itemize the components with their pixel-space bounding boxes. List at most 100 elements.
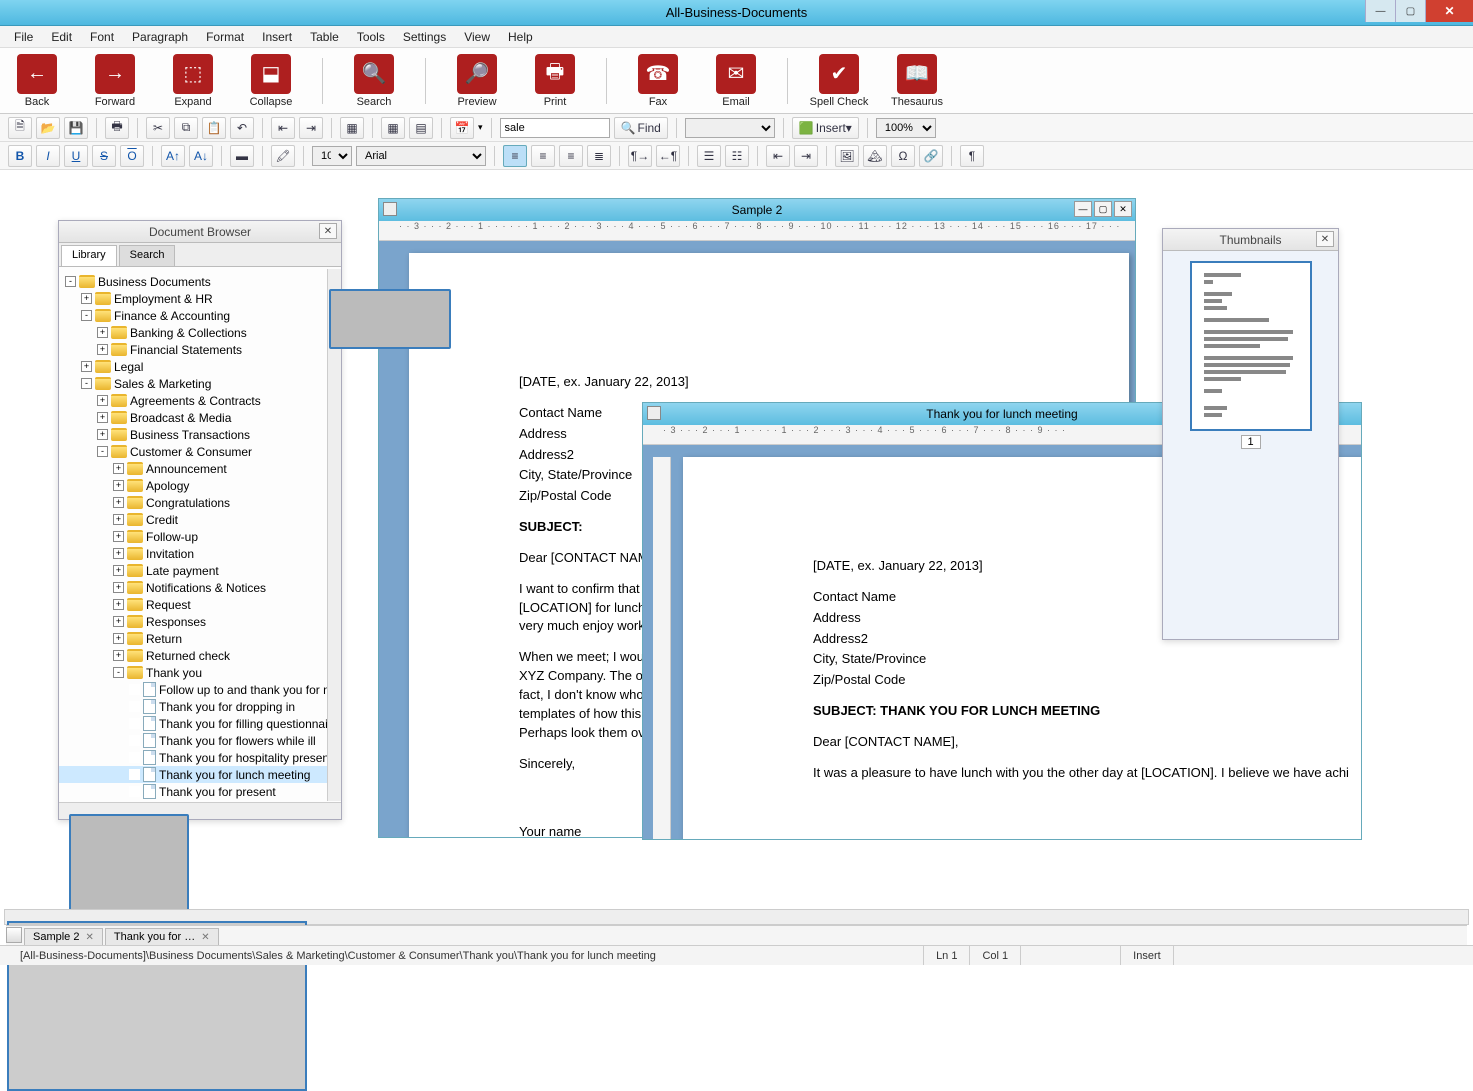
- date-button[interactable]: 📅: [450, 117, 474, 139]
- doc-system-icon[interactable]: [383, 202, 397, 216]
- new-doc-button[interactable]: 🗎: [8, 117, 32, 139]
- doc-tab[interactable]: Sample 2✕: [24, 928, 103, 945]
- tree-expander[interactable]: +: [113, 463, 124, 474]
- tree-expander[interactable]: +: [97, 344, 108, 355]
- close-button[interactable]: [1425, 0, 1473, 22]
- menu-edit[interactable]: Edit: [43, 28, 80, 46]
- doc-close-button[interactable]: ✕: [1114, 201, 1132, 217]
- tree-expander[interactable]: +: [113, 548, 124, 559]
- thumbnail-page-number[interactable]: 1: [1241, 435, 1261, 449]
- page-thumbnail[interactable]: [1190, 261, 1312, 431]
- vertical-ruler[interactable]: [653, 457, 671, 839]
- highlight-button[interactable]: 🖍: [271, 145, 295, 167]
- bullet-list-button[interactable]: ☰: [697, 145, 721, 167]
- workspace-hscrollbar[interactable]: [4, 909, 1469, 925]
- align-justify-button[interactable]: ≣: [587, 145, 611, 167]
- doc-system-icon[interactable]: [647, 406, 661, 420]
- find-button[interactable]: 🔍Find: [614, 117, 668, 139]
- tree-expander[interactable]: +: [113, 633, 124, 644]
- decrease-indent-button[interactable]: ⇤: [766, 145, 790, 167]
- menu-table[interactable]: Table: [302, 28, 347, 46]
- font-size-select[interactable]: 10: [312, 146, 352, 166]
- font-name-select[interactable]: Arial: [356, 146, 486, 166]
- menu-settings[interactable]: Settings: [395, 28, 454, 46]
- bold-button[interactable]: B: [8, 145, 32, 167]
- tab-search[interactable]: Search: [119, 245, 176, 266]
- outdent-button[interactable]: ⇤: [271, 117, 295, 139]
- tree-folder[interactable]: +Credit: [59, 511, 327, 528]
- tree-expander[interactable]: -: [65, 276, 76, 287]
- tree-expander[interactable]: +: [113, 650, 124, 661]
- tab-close-icon[interactable]: ✕: [201, 932, 209, 943]
- panel-header[interactable]: Document Browser ✕: [59, 221, 341, 243]
- table-insert-button[interactable]: ▦: [381, 117, 405, 139]
- tree-expander[interactable]: +: [113, 480, 124, 491]
- tree-folder[interactable]: +Business Transactions: [59, 426, 327, 443]
- panel-header[interactable]: Thumbnails ✕: [1163, 229, 1338, 251]
- tree-vscrollbar[interactable]: [327, 269, 341, 801]
- expand-button[interactable]: ⬚Expand: [166, 54, 220, 108]
- tree-folder[interactable]: -Finance & Accounting: [59, 307, 327, 324]
- overline-button[interactable]: O: [120, 145, 144, 167]
- tree-folder[interactable]: +Financial Statements: [59, 341, 327, 358]
- tree-folder[interactable]: +Invitation: [59, 545, 327, 562]
- table-props-button[interactable]: ▤: [409, 117, 433, 139]
- ltr-button[interactable]: ¶→: [628, 145, 652, 167]
- indent-button[interactable]: ⇥: [299, 117, 323, 139]
- tree-folder[interactable]: +Late payment: [59, 562, 327, 579]
- fax-button[interactable]: ☎Fax: [631, 54, 685, 108]
- doc-titlebar[interactable]: Sample 2 —▢✕: [379, 199, 1135, 221]
- tree-expander[interactable]: +: [113, 599, 124, 610]
- underline-button[interactable]: U: [64, 145, 88, 167]
- menu-insert[interactable]: Insert: [254, 28, 300, 46]
- style-select[interactable]: [685, 118, 775, 138]
- image-button[interactable]: 🖼: [835, 145, 859, 167]
- tree-folder[interactable]: -Sales & Marketing: [59, 375, 327, 392]
- preview-button[interactable]: 🔎Preview: [450, 54, 504, 108]
- tree-folder[interactable]: -Business Documents: [59, 273, 327, 290]
- thesaurus-button[interactable]: 📖Thesaurus: [890, 54, 944, 108]
- tree-folder[interactable]: +Employment & HR: [59, 290, 327, 307]
- tree-document[interactable]: Thank you for present: [59, 783, 327, 800]
- panel-close-button[interactable]: ✕: [1316, 231, 1334, 247]
- horizontal-ruler[interactable]: · · 3 · · · 2 · · · 1 · · · · · · 1 · · …: [379, 221, 1135, 241]
- tree-expander[interactable]: +: [113, 497, 124, 508]
- tree-expander[interactable]: +: [81, 361, 92, 372]
- tree-expander[interactable]: +: [97, 327, 108, 338]
- tree-expander[interactable]: +: [81, 293, 92, 304]
- tree-expander[interactable]: +: [113, 582, 124, 593]
- tree-folder[interactable]: +Legal: [59, 358, 327, 375]
- header-footer-button[interactable]: ▦: [340, 117, 364, 139]
- tree-document[interactable]: Thank you for hospitality presentation: [59, 749, 327, 766]
- spellcheck-button[interactable]: ✔Spell Check: [812, 54, 866, 108]
- tree-folder[interactable]: +Return: [59, 630, 327, 647]
- tree-hscrollbar[interactable]: [59, 802, 341, 819]
- tree-document[interactable]: Thank you for flowers while ill: [59, 732, 327, 749]
- image-props-button[interactable]: 🏔: [863, 145, 887, 167]
- tree-folder[interactable]: +Broadcast & Media: [59, 409, 327, 426]
- tree-folder[interactable]: +Responses: [59, 613, 327, 630]
- tree-document[interactable]: Thank you for filling questionnaire: [59, 715, 327, 732]
- rtl-button[interactable]: ←¶: [656, 145, 680, 167]
- print-small-button[interactable]: 🖶: [105, 117, 129, 139]
- tree-document[interactable]: Follow up to and thank you for meeting: [59, 681, 327, 698]
- email-button[interactable]: ✉Email: [709, 54, 763, 108]
- insert-dropdown[interactable]: 🟩Insert ▾: [792, 117, 859, 139]
- scroll-thumb[interactable]: [329, 289, 451, 349]
- tree-folder[interactable]: +Request: [59, 596, 327, 613]
- tree-folder[interactable]: +Apology: [59, 477, 327, 494]
- doc-max-button[interactable]: ▢: [1094, 201, 1112, 217]
- menu-font[interactable]: Font: [82, 28, 122, 46]
- tab-new-button[interactable]: [6, 927, 22, 943]
- font-increase-button[interactable]: A↑: [161, 145, 185, 167]
- menu-help[interactable]: Help: [500, 28, 541, 46]
- hyperlink-button[interactable]: 🔗: [919, 145, 943, 167]
- save-button[interactable]: 💾: [64, 117, 88, 139]
- panel-close-button[interactable]: ✕: [319, 223, 337, 239]
- tree-expander[interactable]: +: [97, 395, 108, 406]
- menu-paragraph[interactable]: Paragraph: [124, 28, 196, 46]
- show-marks-button[interactable]: ¶: [960, 145, 984, 167]
- tree-expander[interactable]: +: [113, 531, 124, 542]
- align-right-button[interactable]: ≡: [559, 145, 583, 167]
- tree-expander[interactable]: +: [113, 616, 124, 627]
